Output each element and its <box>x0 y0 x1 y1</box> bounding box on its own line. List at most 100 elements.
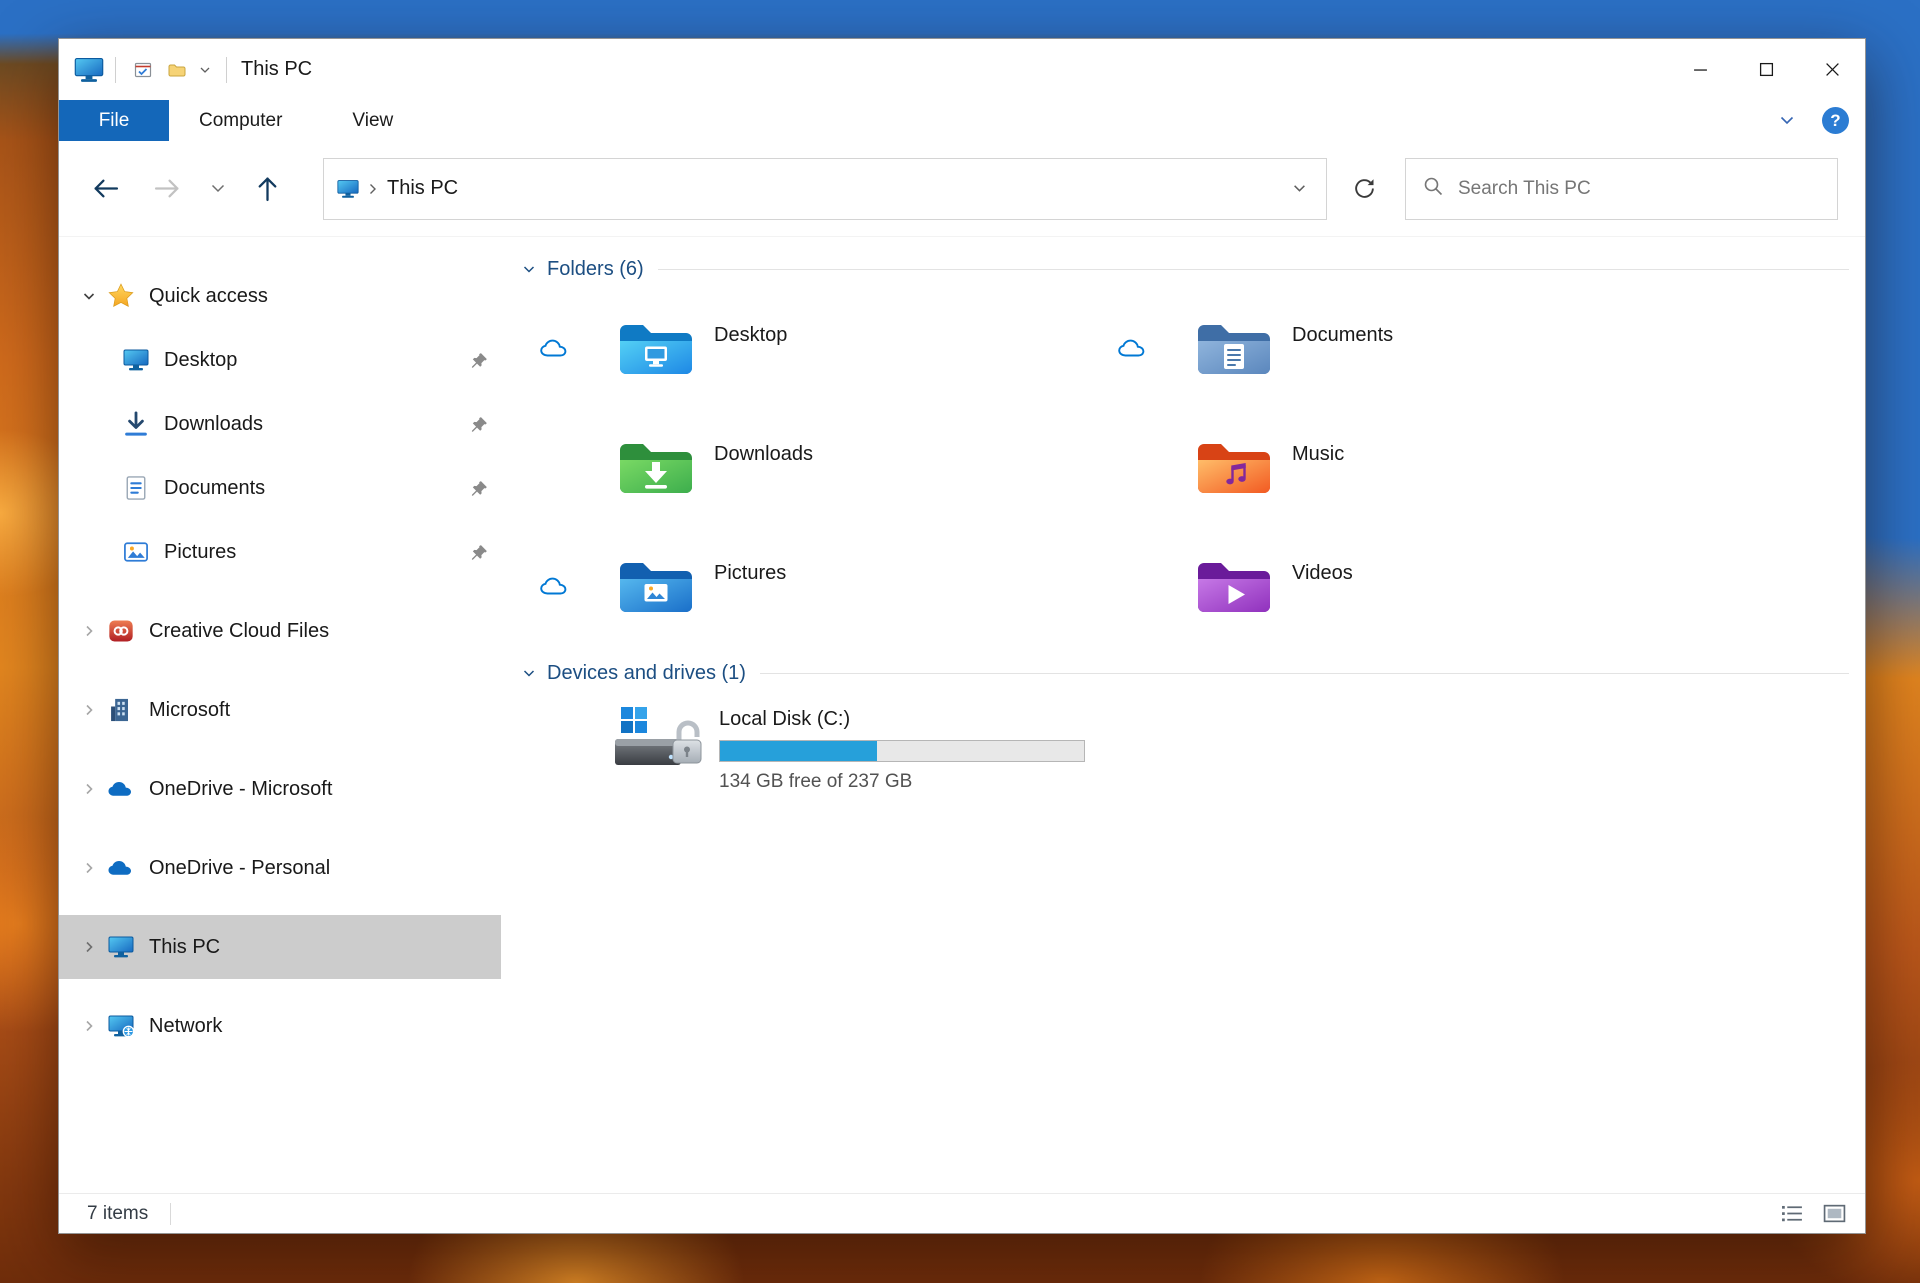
search-icon <box>1422 175 1444 202</box>
up-button[interactable] <box>245 167 289 211</box>
close-button[interactable] <box>1799 39 1865 100</box>
breadcrumb[interactable]: This PC <box>387 177 458 200</box>
ribbon-right-controls: ? <box>1774 100 1865 141</box>
titlebar-separator <box>226 56 227 83</box>
chevron-down-icon[interactable] <box>521 665 537 681</box>
documents-folder-icon <box>1194 316 1274 380</box>
sidebar-item-label: Documents <box>164 476 266 499</box>
folder-tile-desktop[interactable]: Desktop <box>501 300 1079 400</box>
folder-view: Folders (6) Desktop Documents Downloads … <box>501 237 1865 1193</box>
tab-computer[interactable]: Computer <box>175 100 306 141</box>
desktop-folder-icon <box>616 316 696 380</box>
items-count: 7 items <box>87 1202 149 1224</box>
forward-button[interactable] <box>145 167 189 211</box>
expand-ribbon-chevron-icon[interactable] <box>1774 108 1800 134</box>
pin-icon <box>470 543 489 562</box>
sidebar-item-label: OneDrive - Personal <box>149 856 331 879</box>
devices-group-header[interactable]: Devices and drives (1) <box>501 655 1849 691</box>
folder-tile-pictures[interactable]: Pictures <box>501 538 1079 638</box>
chevron-right-icon[interactable] <box>77 619 101 643</box>
titlebar-separator <box>115 56 116 83</box>
folder-tile-documents[interactable]: Documents <box>1079 300 1849 400</box>
group-rule <box>657 268 1849 270</box>
folders-group-header[interactable]: Folders (6) <box>501 251 1849 287</box>
customize-quick-access-button[interactable] <box>194 53 216 87</box>
refresh-icon[interactable] <box>1337 162 1391 216</box>
chevron-down-icon[interactable] <box>77 284 101 308</box>
sidebar-item-label: Microsoft <box>149 698 231 721</box>
caption-buttons <box>1667 39 1865 100</box>
status-separator <box>170 1202 172 1225</box>
this-pc-icon <box>73 55 105 85</box>
creative-cloud-icon <box>107 617 135 645</box>
address-bar[interactable]: This PC <box>323 157 1327 220</box>
drive-info: Local Disk (C:) 134 GB free of 237 GB <box>719 705 1085 793</box>
onedrive-cloud-icon <box>107 854 135 882</box>
recent-locations-chevron-icon[interactable] <box>205 167 231 211</box>
sidebar-item-onedrive-microsoft[interactable]: OneDrive - Microsoft <box>59 757 501 821</box>
folder-tile-music[interactable]: Music <box>1079 419 1849 519</box>
help-icon[interactable]: ? <box>1822 107 1849 134</box>
folders-grid: Desktop Documents Downloads Music Pictur… <box>501 300 1849 638</box>
disk-usage-f­ill2 <box>720 741 877 761</box>
sidebar-item-creative-cloud-files[interactable]: Creative Cloud Files <box>59 599 501 663</box>
maximize-button[interactable] <box>1733 39 1799 100</box>
drive-free-space: 134 GB free of 237 GB <box>719 771 913 792</box>
file-explorer-window: This PC File Computer View ? This PC Sea… <box>58 38 1866 1234</box>
sidebar-item-documents[interactable]: Documents <box>59 456 501 520</box>
this-pc-icon <box>336 178 360 200</box>
properties-button[interactable] <box>126 53 160 87</box>
tab-view[interactable]: View <box>328 100 417 141</box>
breadcrumb-chevron-icon[interactable] <box>369 183 377 195</box>
sidebar-item-microsoft[interactable]: Microsoft <box>59 678 501 742</box>
chevron-right-icon[interactable] <box>77 698 101 722</box>
sidebar-item-label: OneDrive - Microsoft <box>149 777 333 800</box>
details-view-button[interactable] <box>1773 1199 1811 1229</box>
sidebar-item-label: Quick access <box>149 284 268 307</box>
sidebar-item-network[interactable]: Network <box>59 994 501 1058</box>
search-box <box>1405 157 1838 220</box>
status-bar: 7 items <box>59 1193 1865 1233</box>
chevron-down-icon[interactable] <box>521 261 537 277</box>
chevron-right-icon[interactable] <box>77 856 101 880</box>
large-icons-view-button[interactable] <box>1815 1199 1853 1229</box>
sidebar-item-onedrive-personal[interactable]: OneDrive - Personal <box>59 836 501 900</box>
onedrive-cloud-icon <box>107 775 135 803</box>
group-title: Folders (6) <box>547 257 644 280</box>
back-button[interactable] <box>83 167 127 211</box>
sidebar-item-label: This PC <box>149 935 221 958</box>
chevron-right-icon[interactable] <box>77 1014 101 1038</box>
sidebar-item-desktop[interactable]: Desktop <box>59 328 501 392</box>
drive-tile-local-disk[interactable]: Local Disk (C:) 134 GB free of 237 GB <box>501 705 1849 793</box>
new-folder-button[interactable] <box>160 53 194 87</box>
search-input[interactable] <box>1458 177 1821 200</box>
pin-icon <box>470 415 489 434</box>
folder-tile-videos[interactable]: Videos <box>1079 538 1849 638</box>
sidebar-item-label: Creative Cloud Files <box>149 619 330 642</box>
chevron-right-icon[interactable] <box>77 935 101 959</box>
sidebar-item-pictures[interactable]: Pictures <box>59 520 501 584</box>
chevron-right-icon[interactable] <box>77 777 101 801</box>
explorer-main: Quick access Desktop Downloads Documents… <box>59 237 1865 1193</box>
sidebar-item-label: Network <box>149 1014 223 1037</box>
monitor-icon <box>107 933 135 961</box>
sidebar-item-quick-access[interactable]: Quick access <box>59 264 501 328</box>
tab-file[interactable]: File <box>59 100 169 141</box>
folder-name: Downloads <box>714 443 813 465</box>
address-dropdown-chevron-icon[interactable] <box>1284 174 1314 204</box>
minimize-button[interactable] <box>1667 39 1733 100</box>
folder-name: Desktop <box>714 324 788 346</box>
sidebar-item-label: Desktop <box>164 348 238 371</box>
ribbon-tab-bar: File Computer View ? <box>59 100 1865 141</box>
sidebar-item-this-pc[interactable]: This PC <box>59 915 501 979</box>
title-bar[interactable]: This PC <box>59 39 1865 100</box>
pictures-folder-icon <box>616 554 696 618</box>
cloud-status-icon <box>501 300 569 358</box>
downloads-folder-icon <box>616 435 696 499</box>
drive-name: Local Disk (C:) <box>719 708 851 730</box>
folder-name: Music <box>1292 443 1345 465</box>
sidebar-item-downloads[interactable]: Downloads <box>59 392 501 456</box>
folder-tile-downloads[interactable]: Downloads <box>501 419 1079 519</box>
